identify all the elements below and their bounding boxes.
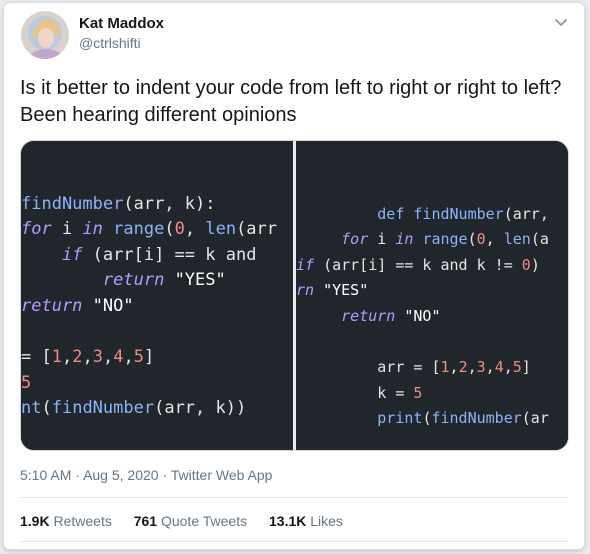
tweet-time[interactable]: 5:10 AM <box>20 467 71 483</box>
code-line: for i in range(0, len(a <box>341 230 549 249</box>
divider-bottom <box>20 541 568 542</box>
media-panel-left[interactable]: findNumber(arr, k): for i in range(0, le… <box>21 141 293 450</box>
avatar[interactable] <box>21 11 69 59</box>
code-line: k = 5 <box>296 383 423 402</box>
quotes-label: Quote Tweets <box>160 513 248 529</box>
tweet-stats: 1.9K Retweets 761 Quote Tweets 13.1K Lik… <box>20 512 361 531</box>
tweet-text: Is it better to indent your code from le… <box>20 77 562 126</box>
code-line: arr = [1,2,3,4,5] <box>296 358 531 377</box>
code-right: def findNumber(arr, for i in range(0, le… <box>296 176 549 432</box>
tweet-date[interactable]: Aug 5, 2020 <box>83 467 159 483</box>
divider-top <box>20 497 568 498</box>
tweet-card: Kat Maddox @ctrlshifti Is it better to i… <box>4 3 584 549</box>
media-panel-right[interactable]: def findNumber(arr, for i in range(0, le… <box>296 141 568 450</box>
code-line: if (arr[i] == k and k != 0) <box>296 255 540 274</box>
retweets-label: Retweets <box>53 513 112 529</box>
likes-count: 13.1K <box>269 513 307 529</box>
retweets-stat[interactable]: 1.9K Retweets <box>20 513 112 529</box>
code-line: print(findNumber(ar <box>377 409 549 428</box>
code-line: return "NO" <box>341 306 441 325</box>
chevron-down-icon[interactable] <box>553 14 569 30</box>
quotes-stat[interactable]: 761 Quote Tweets <box>134 513 247 529</box>
quotes-count: 761 <box>133 513 158 529</box>
meta-separator: · <box>75 467 80 483</box>
author-handle[interactable]: @ctrlshifti <box>79 34 164 53</box>
code-line: = [1,2,3,4,5] <box>21 347 155 368</box>
code-line: for i in range(0, len(arr <box>21 219 278 240</box>
likes-stat[interactable]: 13.1K Likes <box>269 513 343 529</box>
code-line: return "YES" <box>102 270 226 291</box>
code-line: nt(findNumber(arr, k)) <box>21 398 247 419</box>
tweet-source[interactable]: Twitter Web App <box>171 467 273 483</box>
likes-label: Likes <box>310 513 343 529</box>
meta-separator: · <box>162 467 168 483</box>
author-name[interactable]: Kat Maddox <box>79 14 164 34</box>
code-line: return "NO" <box>21 295 134 316</box>
tweet-meta: 5:10 AM · Aug 5, 2020 · Twitter Web App <box>20 466 272 485</box>
code-line: if (arr[i] == k and <box>61 244 257 265</box>
code-line: 5 <box>21 372 32 393</box>
tweet-media[interactable]: findNumber(arr, k): for i in range(0, le… <box>20 140 569 451</box>
code-line: rn "YES" <box>296 281 369 300</box>
code-left: findNumber(arr, k): for i in range(0, le… <box>21 166 277 422</box>
code-line: def findNumber(arr, <box>377 204 549 223</box>
avatar-image <box>21 11 69 59</box>
author-block[interactable]: Kat Maddox @ctrlshifti <box>79 14 164 53</box>
retweets-count: 1.9K <box>20 513 50 529</box>
code-line: findNumber(arr, k): <box>21 193 216 214</box>
